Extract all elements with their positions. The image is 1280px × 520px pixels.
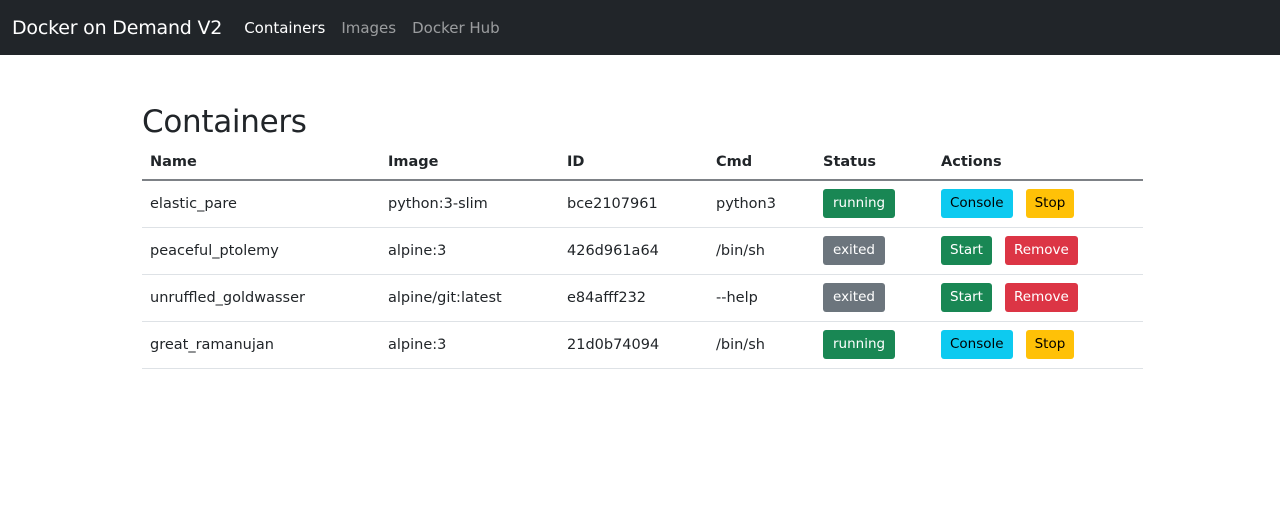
header-cmd: Cmd	[708, 148, 815, 181]
table-row: great_ramanujan alpine:3 21d0b74094/bin/sh…	[142, 321, 1143, 369]
status-badge: exited	[823, 283, 885, 312]
status-badge: exited	[823, 236, 885, 265]
start-button[interactable]: Start	[941, 236, 992, 265]
containers-table: Name Image ID Cmd Status Actions elastic…	[142, 148, 1143, 369]
header-status: Status	[815, 148, 933, 181]
cell-status: running	[815, 180, 933, 228]
cell-name: great_ramanujan	[142, 321, 380, 369]
header-name: Name	[142, 148, 380, 181]
cell-id: bce2107961	[559, 180, 708, 228]
cell-image: alpine:3	[380, 321, 559, 369]
stop-button[interactable]: Stop	[1025, 189, 1075, 219]
cell-status: running	[815, 321, 933, 369]
nav-link-images[interactable]: Images	[341, 19, 396, 37]
cell-name: peaceful_ptolemy	[142, 227, 380, 275]
cell-id: e84afff232	[559, 274, 708, 322]
cell-cmd: python3	[708, 180, 815, 228]
table-header-row: Name Image ID Cmd Status Actions	[142, 148, 1143, 181]
status-badge: running	[823, 189, 896, 219]
cell-cmd: /bin/sh	[708, 227, 815, 275]
cell-actions: Start Remove	[933, 227, 1143, 275]
navbar-brand[interactable]: Docker on Demand V2	[12, 17, 222, 39]
cell-cmd: /bin/sh	[708, 321, 815, 369]
nav-link-containers[interactable]: Containers	[244, 19, 325, 37]
cell-image: alpine/git:latest	[380, 274, 559, 322]
header-image: Image	[380, 148, 559, 181]
cell-name: elastic_pare	[142, 180, 380, 228]
remove-button[interactable]: Remove	[1004, 236, 1078, 265]
console-button[interactable]: Console	[941, 189, 1013, 219]
cell-id: 21d0b74094	[559, 321, 708, 369]
header-actions: Actions	[933, 148, 1143, 181]
remove-button[interactable]: Remove	[1004, 283, 1078, 312]
cell-image: python:3-slim	[380, 180, 559, 228]
status-badge: running	[823, 330, 896, 359]
cell-actions: Console Stop	[933, 180, 1143, 228]
navbar: Docker on Demand V2 Containers Images Do…	[0, 0, 1280, 55]
cell-status: exited	[815, 274, 933, 322]
cell-cmd: --help	[708, 274, 815, 322]
cell-name: unruffled_goldwasser	[142, 274, 380, 322]
cell-actions: Console Stop	[933, 321, 1143, 369]
cell-id: 426d961a64	[559, 227, 708, 275]
page-title: Containers	[142, 104, 307, 140]
console-button[interactable]: Console	[941, 330, 1013, 359]
table-row: unruffled_goldwasser alpine/git:latest e84…	[142, 274, 1143, 322]
start-button[interactable]: Start	[941, 283, 992, 312]
table-row: elastic_pare python:3-slim bce2107961 pytho…	[142, 180, 1143, 228]
cell-status: exited	[815, 227, 933, 275]
header-id: ID	[559, 148, 708, 181]
table-row: peaceful_ptolemy alpine:3 426d961a64/bin/s…	[142, 227, 1143, 275]
main-container: Containers Name Image ID Cmd Status Acti…	[142, 100, 1143, 369]
nav-link-docker-hub[interactable]: Docker Hub	[412, 19, 500, 37]
cell-actions: Start Remove	[933, 274, 1143, 322]
cell-image: alpine:3	[380, 227, 559, 275]
stop-button[interactable]: Stop	[1025, 330, 1075, 359]
